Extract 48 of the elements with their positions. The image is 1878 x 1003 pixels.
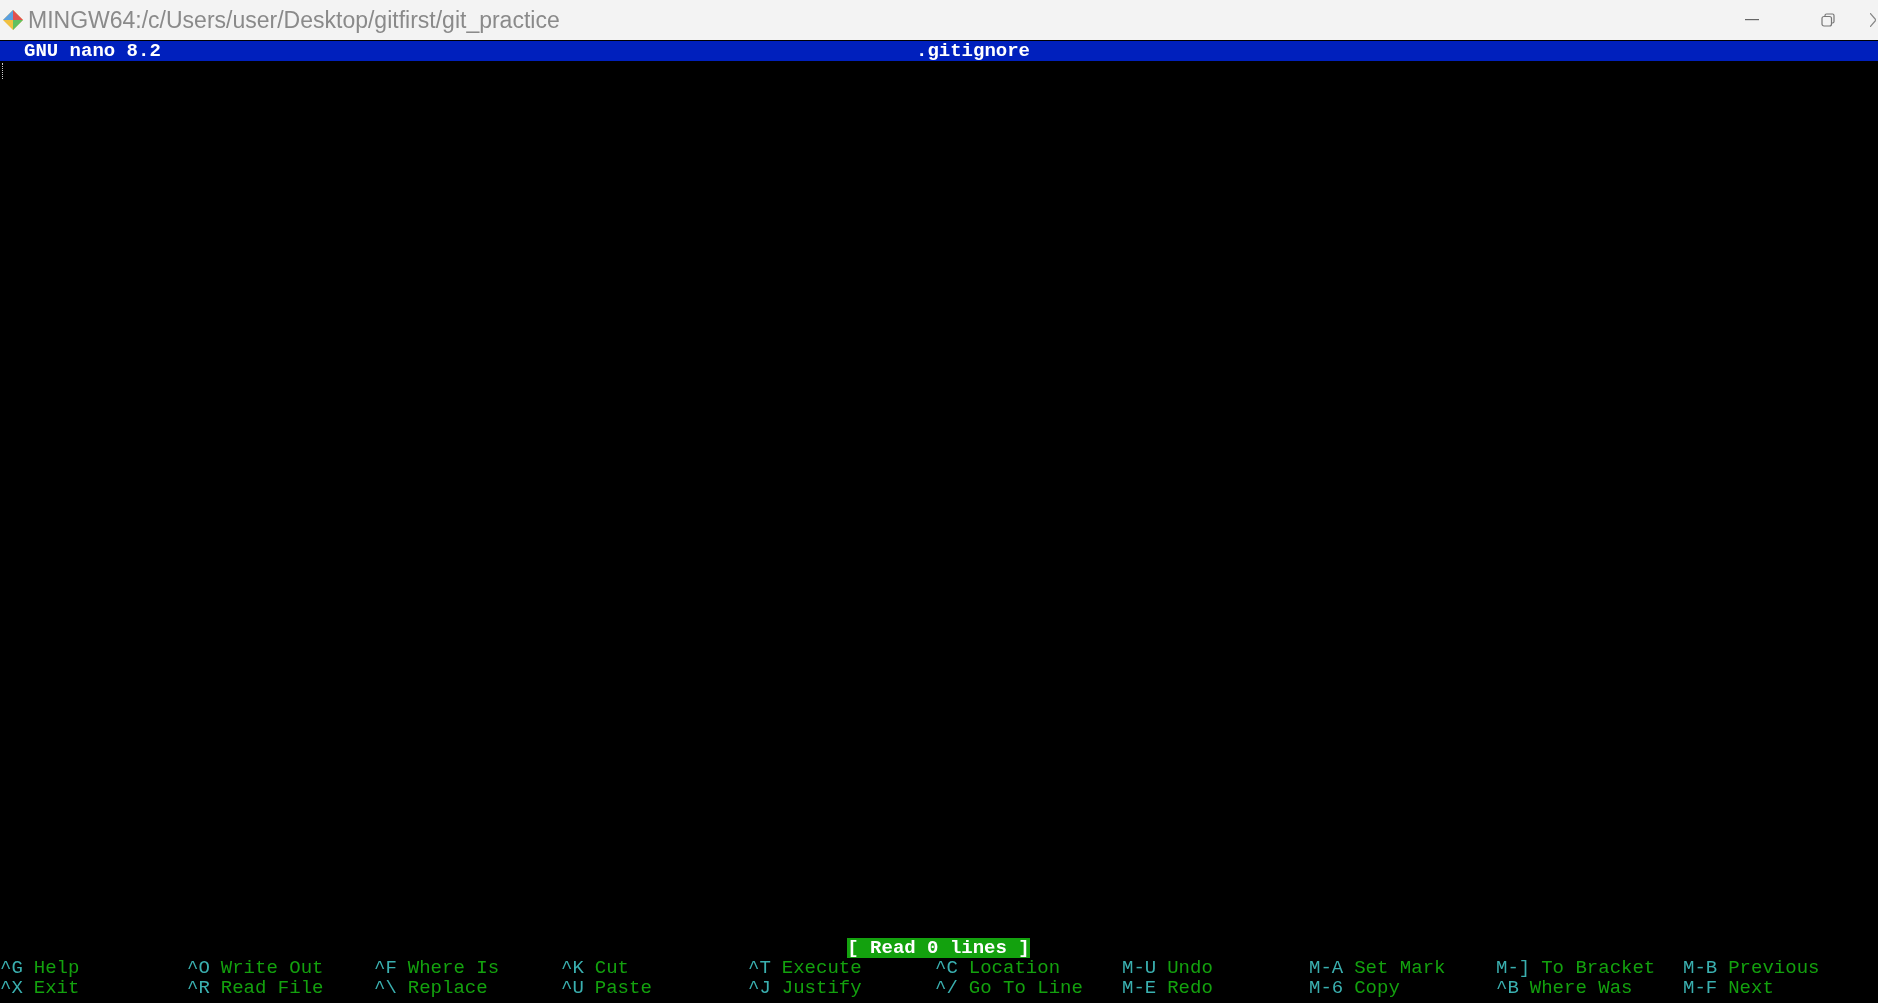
text-cursor (2, 63, 3, 79)
shortcut-key: M-B (1683, 958, 1718, 978)
shortcut-label: Read File (220, 978, 324, 998)
shortcut-key: ^T (748, 958, 771, 978)
shortcut-key: ^\ (374, 978, 397, 998)
shortcut-key: M-U (1122, 958, 1157, 978)
shortcut-key: ^J (748, 978, 771, 998)
shortcut-label: To Bracket (1541, 958, 1656, 978)
restore-icon (1821, 13, 1835, 27)
file-name: .gitignore (916, 41, 1031, 61)
shortcut-key: ^C (935, 958, 958, 978)
status-message: [ Read 0 lines ] (847, 938, 1030, 958)
shortcut-label: Where Is (407, 958, 500, 978)
shortcut-key: ^O (187, 958, 210, 978)
shortcut-key: M-F (1683, 978, 1718, 998)
shortcut-key: M-6 (1309, 978, 1344, 998)
window-title: MINGW64:/c/Users/user/Desktop/gitfirst/git_practice (28, 5, 560, 35)
shortcut-key: ^/ (935, 978, 958, 998)
shortcut-label: Previous (1728, 958, 1820, 978)
shortcut-label: Set Mark (1354, 958, 1446, 978)
shortcut-label: Paste (594, 978, 652, 998)
shortcut-label: Replace (407, 978, 488, 998)
shortcut-label: Where Was (1529, 978, 1633, 998)
shortcut-label: Go To Line (968, 978, 1083, 998)
shortcut-label: Copy (1354, 978, 1400, 998)
shortcut-label: Write Out (220, 958, 324, 978)
shortcut-key: M-E (1122, 978, 1157, 998)
shortcut-label: Justify (781, 978, 862, 998)
shortcut-key: M-] (1496, 958, 1531, 978)
shortcut-key: ^R (187, 978, 210, 998)
shortcut-label: Location (968, 958, 1061, 978)
shortcut-label: Undo (1167, 958, 1213, 978)
shortcut-label: Redo (1167, 978, 1213, 998)
shortcut-key: M-A (1309, 958, 1344, 978)
shortcut-key: ^F (374, 958, 397, 978)
shortcut-label: Cut (594, 958, 630, 978)
shortcut-label: Exit (33, 978, 80, 998)
minimize-icon (1745, 19, 1759, 21)
shortcut-key: ^X (0, 978, 23, 998)
shortcut-label: Help (33, 958, 80, 978)
app-logo-icon (2, 9, 24, 31)
shortcut-key: ^K (561, 958, 584, 978)
shortcut-key: ^B (1496, 978, 1519, 998)
shortcut-key: ^G (0, 958, 23, 978)
shortcut-key: ^U (561, 978, 584, 998)
shortcut-label: Next (1728, 978, 1774, 998)
editor-version: GNU nano 8.2 (24, 41, 161, 61)
shortcut-label: Execute (781, 958, 862, 978)
